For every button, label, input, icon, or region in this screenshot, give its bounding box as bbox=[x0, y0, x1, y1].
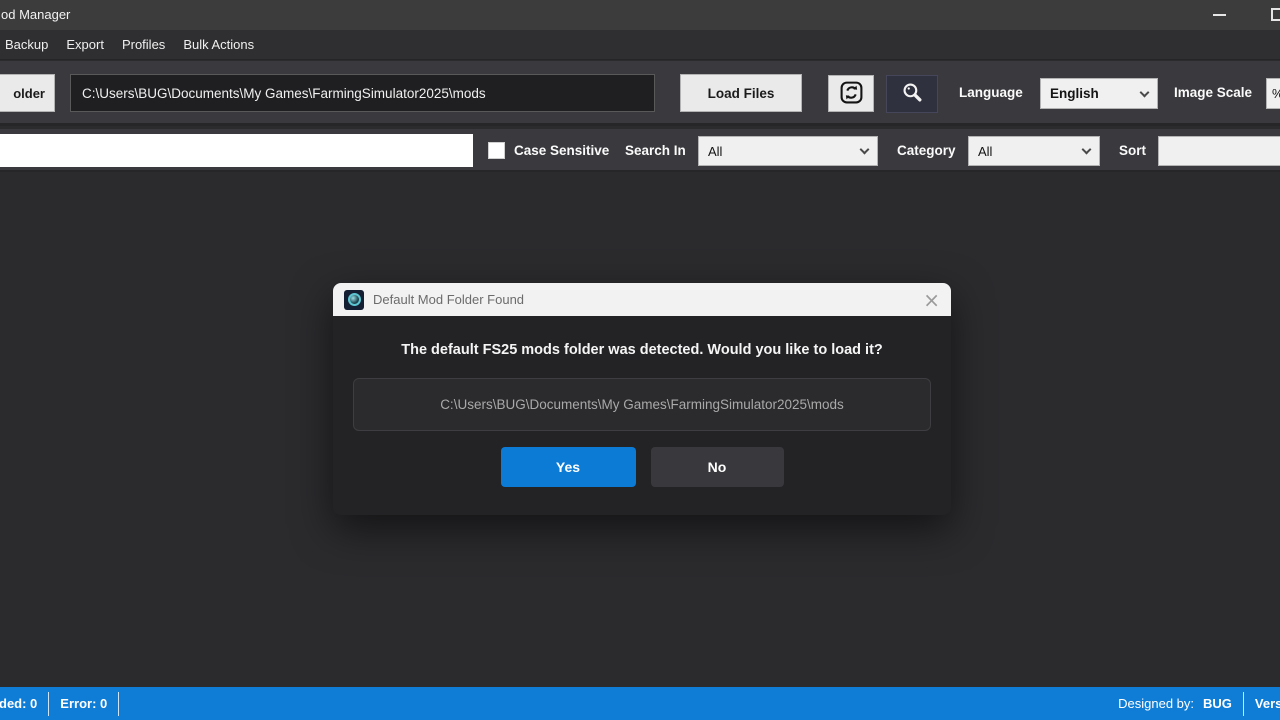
app-window: od Manager Backup Export Profiles Bulk A… bbox=[0, 0, 1280, 720]
divider bbox=[118, 692, 119, 716]
dialog-title: Default Mod Folder Found bbox=[373, 292, 524, 307]
minimize-icon bbox=[1213, 14, 1226, 16]
load-files-button[interactable]: Load Files bbox=[680, 74, 802, 112]
toolbar: older Load Files bbox=[0, 61, 1280, 126]
search-in-select[interactable]: All bbox=[698, 136, 878, 166]
category-selected-value: All bbox=[978, 144, 992, 159]
mod-folder-button[interactable]: older bbox=[0, 74, 55, 112]
case-sensitive-checkbox[interactable] bbox=[488, 142, 505, 159]
divider bbox=[48, 692, 49, 716]
error-count: Error: 0 bbox=[60, 696, 107, 711]
search-in-selected-value: All bbox=[708, 144, 722, 159]
dialog-body: The default FS25 mods folder was detecte… bbox=[333, 316, 951, 487]
menu-item-profiles[interactable]: Profiles bbox=[113, 37, 174, 52]
dialog-titlebar: Default Mod Folder Found × bbox=[333, 283, 951, 316]
category-select[interactable]: All bbox=[968, 136, 1100, 166]
window-titlebar: od Manager bbox=[0, 0, 1280, 30]
chevron-down-icon bbox=[1140, 87, 1150, 97]
close-icon[interactable]: × bbox=[923, 290, 940, 310]
image-scale-label: Image Scale bbox=[1174, 85, 1252, 100]
designed-by-label: Designed by: bbox=[1118, 696, 1194, 711]
category-label: Category bbox=[897, 143, 956, 158]
search-in-label: Search In bbox=[625, 143, 686, 158]
default-mod-folder-dialog: Default Mod Folder Found × The default F… bbox=[333, 283, 951, 515]
sort-label: Sort bbox=[1119, 143, 1146, 158]
case-sensitive-label: Case Sensitive bbox=[514, 143, 609, 158]
maximize-icon[interactable] bbox=[1271, 8, 1280, 21]
menu-item-bulk-actions[interactable]: Bulk Actions bbox=[174, 37, 263, 52]
chevron-down-icon bbox=[860, 145, 870, 155]
no-button[interactable]: No bbox=[651, 447, 784, 487]
loaded-count: ded: 0 bbox=[0, 696, 37, 711]
search-input[interactable] bbox=[0, 134, 473, 167]
filter-bar: Case Sensitive Search In All Category Al… bbox=[0, 129, 1280, 172]
menu-item-backup[interactable]: Backup bbox=[0, 37, 57, 52]
dialog-message: The default FS25 mods folder was detecte… bbox=[353, 342, 931, 358]
language-select[interactable]: English bbox=[1040, 78, 1158, 109]
image-scale-value: % bbox=[1272, 86, 1280, 101]
menu-bar: Backup Export Profiles Bulk Actions bbox=[0, 30, 1280, 60]
chevron-down-icon bbox=[1082, 145, 1092, 155]
divider bbox=[1243, 692, 1244, 716]
status-bar: ded: 0 Error: 0 Designed by: BUG Versi bbox=[0, 687, 1280, 720]
app-logo-icon bbox=[344, 290, 364, 310]
mod-folder-path-input[interactable] bbox=[70, 74, 655, 112]
status-counts: ded: 0 Error: 0 bbox=[0, 692, 130, 716]
mod-list-area: Default Mod Folder Found × The default F… bbox=[0, 174, 1280, 687]
language-label: Language bbox=[959, 85, 1023, 100]
yes-button[interactable]: Yes bbox=[501, 447, 636, 487]
version-text: Versi bbox=[1255, 696, 1280, 711]
dialog-buttons: Yes No bbox=[353, 447, 931, 487]
refresh-icon bbox=[839, 80, 864, 108]
image-search-button[interactable] bbox=[886, 75, 938, 113]
magnifier-icon bbox=[901, 81, 924, 107]
language-selected-value: English bbox=[1050, 86, 1099, 101]
author-name: BUG bbox=[1203, 696, 1232, 711]
status-credits: Designed by: BUG Versi bbox=[1118, 692, 1280, 716]
sort-select[interactable] bbox=[1158, 136, 1280, 166]
menu-item-export[interactable]: Export bbox=[57, 37, 113, 52]
detected-mods-path: C:\Users\BUG\Documents\My Games\FarmingS… bbox=[353, 378, 931, 431]
minimize-button[interactable] bbox=[1196, 0, 1242, 30]
window-title: od Manager bbox=[1, 7, 70, 22]
refresh-button[interactable] bbox=[828, 75, 874, 112]
image-scale-select[interactable]: % bbox=[1266, 78, 1280, 109]
